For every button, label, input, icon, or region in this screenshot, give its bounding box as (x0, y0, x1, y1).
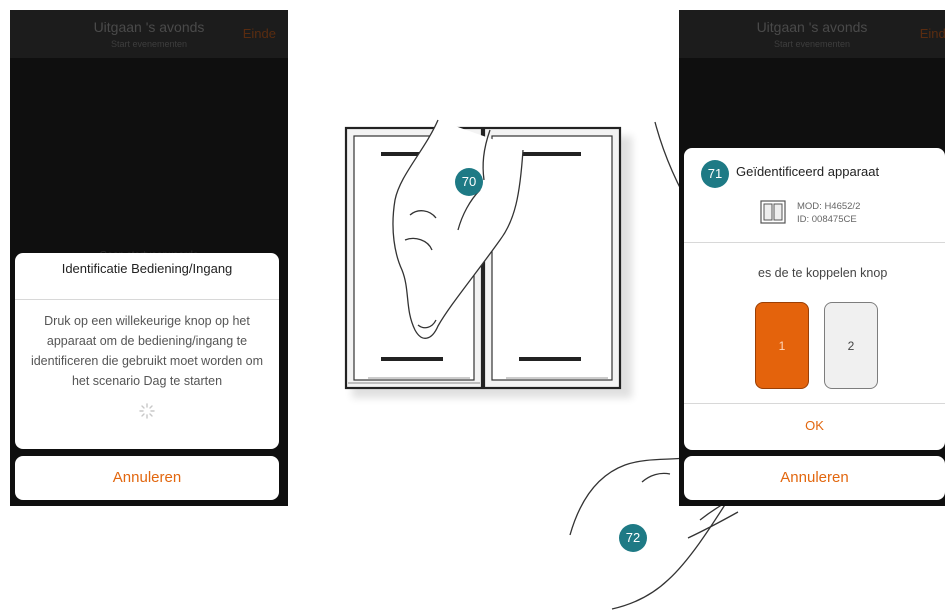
left-end-button[interactable]: Einde (243, 26, 276, 41)
identification-dialog-title: Identificatie Bediening/Ingang (61, 261, 233, 276)
select-key-instruction: es de te koppelen knop (758, 266, 888, 280)
dialog-divider (684, 242, 945, 243)
step-badge-72: 72 (619, 524, 647, 552)
dialog-divider (684, 403, 945, 404)
right-end-button[interactable]: Einde (920, 26, 945, 41)
ok-button[interactable]: OK (684, 418, 945, 433)
identified-device-title: Geïdentificeerd apparaat (736, 164, 880, 179)
switch-rocker-right[interactable] (482, 126, 622, 390)
right-cancel-button[interactable]: Annuleren (684, 456, 945, 500)
device-switch-icon (760, 200, 786, 224)
identification-dialog-message: Druk op een willekeurige knop op het app… (30, 314, 264, 388)
right-app-header: Uitgaan 's avonds Start evenementen Eind… (679, 10, 945, 58)
identified-device-dialog: Geïdentificeerd apparaat MOD: H4652/2 ID… (684, 148, 945, 450)
right-header-title: Uitgaan 's avonds (756, 19, 868, 35)
identification-dialog: Identificatie Bediening/Ingang Druk op e… (15, 253, 279, 449)
device-info: MOD: H4652/2 ID: 008475CE (797, 200, 860, 226)
step-badge-71: 71 (701, 160, 729, 188)
left-app-header: Uitgaan 's avonds Start evenementen Eind… (10, 10, 288, 58)
loading-spinner-icon (139, 403, 155, 419)
key-1-button[interactable]: 1 (755, 302, 809, 389)
switch-rocker-left[interactable] (344, 126, 484, 390)
left-cancel-button[interactable]: Annuleren (15, 456, 279, 500)
device-id: ID: 008475CE (797, 214, 857, 225)
dialog-divider (15, 299, 279, 300)
key-2-button[interactable]: 2 (824, 302, 878, 389)
step-badge-70: 70 (455, 168, 483, 196)
device-model: MOD: H4652/2 (797, 201, 861, 212)
right-header-subtitle: Start evenementen (773, 39, 851, 49)
pressing-hand-70 (392, 119, 524, 339)
